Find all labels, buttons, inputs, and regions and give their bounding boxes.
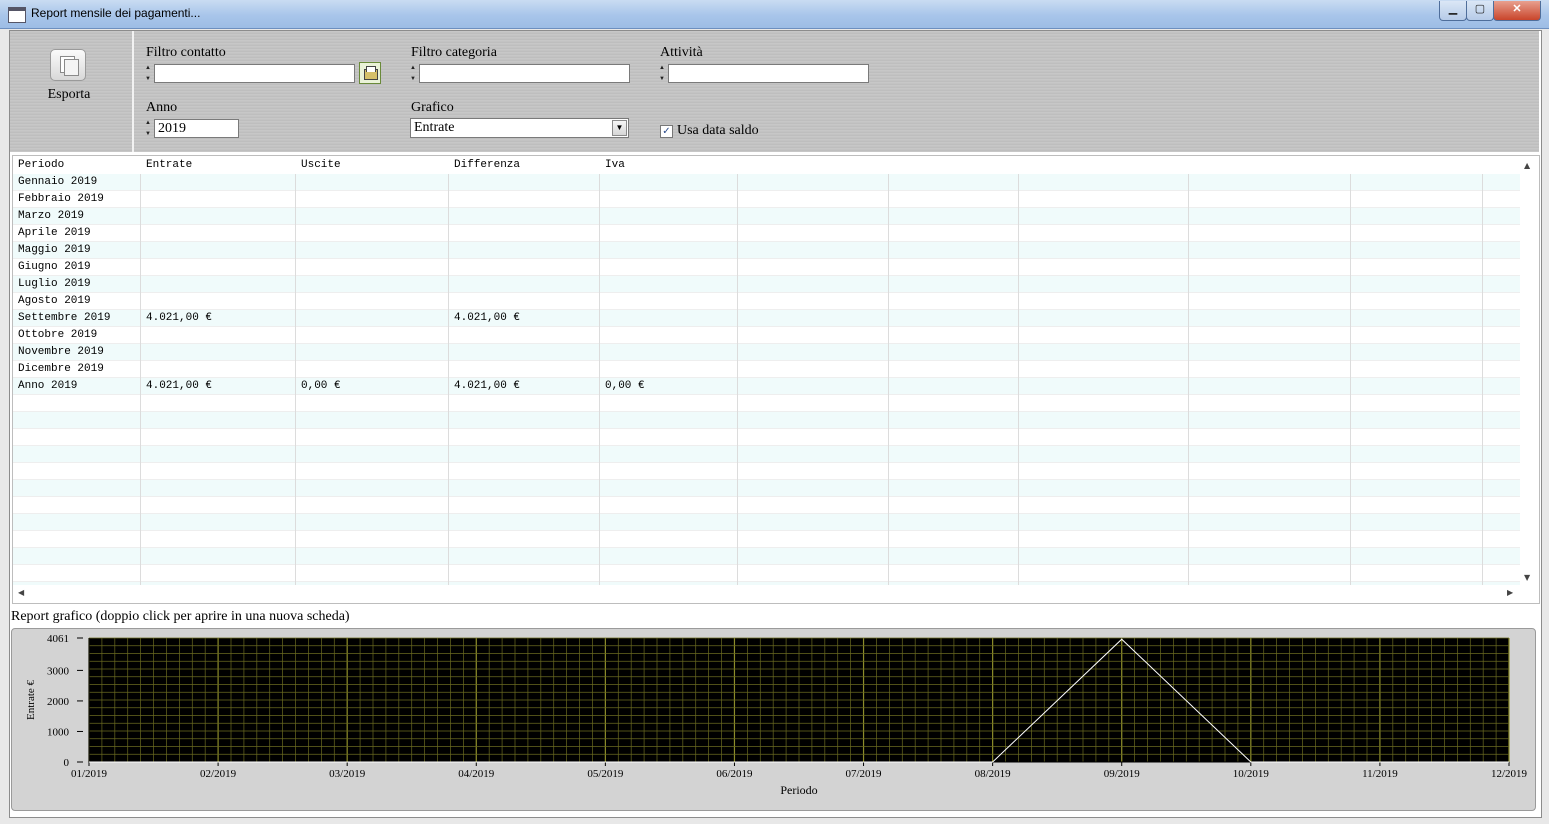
table-row-period: Aprile 2019 xyxy=(18,227,91,239)
scroll-right-icon[interactable]: ▶ xyxy=(1507,588,1513,597)
column-header[interactable]: Periodo xyxy=(18,157,64,174)
use-balance-date-label: Usa data saldo xyxy=(677,123,759,138)
window-titlebar[interactable]: Report mensile dei pagamenti... ▁ ▢ ✕ xyxy=(0,0,1549,29)
minimize-button[interactable]: ▁ xyxy=(1439,1,1467,21)
income-line-chart: 0 1000 2000 3000 4061 01/2019 02/2019 03/2019 04… xyxy=(25,633,1528,797)
category-filter-spinner[interactable] xyxy=(410,64,418,84)
chart-type-select[interactable]: Entrate ▼ xyxy=(410,118,629,138)
table-cell: 4.021,00 € xyxy=(146,312,213,324)
contact-filter-input[interactable] xyxy=(154,64,355,83)
table-row-period: Febbraio 2019 xyxy=(18,193,104,205)
export-icon[interactable] xyxy=(50,49,86,81)
x-tick-label: 04/2019 xyxy=(458,768,495,780)
x-tick-label: 02/2019 xyxy=(200,768,237,780)
y-tick-label: 1000 xyxy=(47,726,70,738)
chart-type-value: Entrate xyxy=(414,120,455,135)
table-row-period: Novembre 2019 xyxy=(18,346,104,358)
x-tick-label: 01/2019 xyxy=(71,768,108,780)
table-cell: 0,00 € xyxy=(605,380,645,392)
scroll-up-icon[interactable]: ▲ xyxy=(1524,161,1530,170)
table-cell: 0,00 € xyxy=(301,380,341,392)
scroll-left-icon[interactable]: ◀ xyxy=(18,588,24,597)
report-table[interactable]: Periodo Entrate Uscite Differenza Iva Gennaio… xyxy=(12,155,1540,604)
activity-filter-spinner[interactable] xyxy=(659,64,667,84)
vertical-scrollbar[interactable]: ▲ ▼ xyxy=(1520,157,1537,585)
filter-toolbar: Esporta Filtro contatto Filtro categoria… xyxy=(10,31,1539,152)
y-tick-label: 2000 xyxy=(47,696,70,708)
table-row-period: Dicembre 2019 xyxy=(18,363,104,375)
export-button-label[interactable]: Esporta xyxy=(10,87,128,103)
x-tick-label: 03/2019 xyxy=(329,768,366,780)
x-tick-label: 06/2019 xyxy=(716,768,753,780)
column-header[interactable]: Uscite xyxy=(301,157,341,174)
maximize-button[interactable]: ▢ xyxy=(1466,1,1494,21)
x-tick-label: 05/2019 xyxy=(587,768,624,780)
year-spinner[interactable] xyxy=(145,119,153,139)
table-row-period: Anno 2019 xyxy=(18,380,78,392)
contact-filter-spinner[interactable] xyxy=(145,64,153,84)
x-tick-label: 07/2019 xyxy=(846,768,883,780)
table-cell: 4.021,00 € xyxy=(454,380,521,392)
table-row-period: Maggio 2019 xyxy=(18,244,91,256)
table-row-period: Agosto 2019 xyxy=(18,295,91,307)
column-header[interactable]: Iva xyxy=(605,157,625,174)
table-row-period: Luglio 2019 xyxy=(18,278,91,290)
table-row-period: Gennaio 2019 xyxy=(18,176,98,188)
activity-filter-input[interactable] xyxy=(668,64,869,83)
year-label: Anno xyxy=(146,100,178,115)
chart-section-title: Report grafico (doppio click per aprire … xyxy=(11,609,350,624)
horizontal-scrollbar[interactable]: ◀ ▶ xyxy=(13,585,1537,601)
use-balance-date-checkbox[interactable]: ✓ xyxy=(660,125,673,138)
category-filter-label: Filtro categoria xyxy=(411,45,497,60)
y-tick-label: 0 xyxy=(64,757,70,769)
contact-filter-label: Filtro contatto xyxy=(146,45,226,60)
contact-browse-icon[interactable] xyxy=(359,62,381,84)
x-tick-label: 08/2019 xyxy=(975,768,1012,780)
table-cell: 4.021,00 € xyxy=(146,380,213,392)
category-filter-input[interactable] xyxy=(419,64,630,83)
table-row-period: Marzo 2019 xyxy=(18,210,85,222)
table-cell: 4.021,00 € xyxy=(454,312,521,324)
y-tick-label: 4061 xyxy=(47,633,69,645)
table-grid-lines xyxy=(13,174,1521,599)
chart-type-label: Grafico xyxy=(411,100,454,115)
chevron-down-icon[interactable]: ▼ xyxy=(612,120,627,136)
table-row-period: Ottobre 2019 xyxy=(18,329,98,341)
year-input[interactable]: 2019 xyxy=(154,119,239,138)
activity-filter-label: Attività xyxy=(660,45,703,60)
scroll-down-icon[interactable]: ▼ xyxy=(1524,573,1530,582)
window-title: Report mensile dei pagamenti... xyxy=(31,6,201,20)
x-tick-label: 10/2019 xyxy=(1233,768,1270,780)
x-tick-label: 09/2019 xyxy=(1104,768,1141,780)
y-tick-label: 3000 xyxy=(47,665,70,677)
y-axis-label: Entrate € xyxy=(25,679,37,720)
export-panel: Esporta xyxy=(10,31,134,152)
close-button[interactable]: ✕ xyxy=(1493,1,1541,21)
chart-panel[interactable]: 0 1000 2000 3000 4061 01/2019 02/2019 03/2019 04… xyxy=(11,628,1536,811)
column-header[interactable]: Entrate xyxy=(146,157,192,174)
table-row-period: Settembre 2019 xyxy=(18,312,111,324)
x-tick-label: 12/2019 xyxy=(1491,768,1528,780)
x-axis-label: Periodo xyxy=(780,783,817,797)
table-row-period: Giugno 2019 xyxy=(18,261,91,273)
x-tick-label: 11/2019 xyxy=(1362,768,1398,780)
column-header[interactable]: Differenza xyxy=(454,157,520,174)
app-window-icon xyxy=(8,7,26,23)
